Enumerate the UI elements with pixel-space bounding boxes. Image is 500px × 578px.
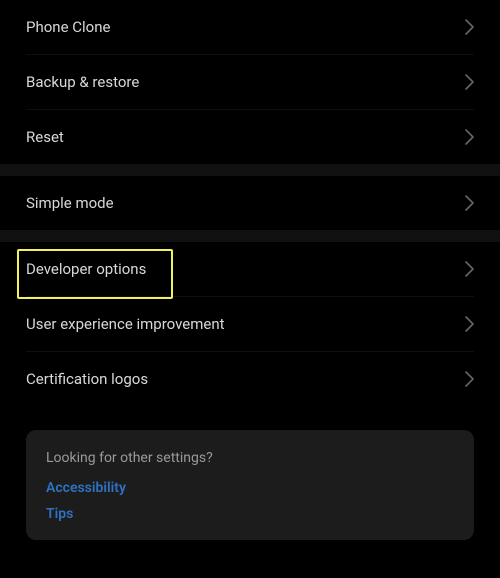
settings-group-2: Simple mode (0, 176, 500, 230)
chevron-right-icon (465, 74, 474, 90)
settings-group-1: Phone Clone Backup & restore Reset (0, 0, 500, 164)
phone-clone-row[interactable]: Phone Clone (0, 0, 500, 54)
chevron-right-icon (465, 316, 474, 332)
section-gap (0, 230, 500, 242)
settings-group-3: Developer options User experience improv… (0, 242, 500, 406)
developer-options-row[interactable]: Developer options (0, 242, 500, 296)
chevron-right-icon (465, 19, 474, 35)
developer-options-label: Developer options (26, 260, 146, 278)
reset-row[interactable]: Reset (0, 110, 500, 164)
user-experience-row[interactable]: User experience improvement (0, 297, 500, 351)
chevron-right-icon (465, 195, 474, 211)
backup-restore-label: Backup & restore (26, 73, 139, 91)
certification-logos-label: Certification logos (26, 370, 148, 388)
user-experience-label: User experience improvement (26, 315, 225, 333)
section-gap (0, 164, 500, 176)
other-settings-card: Looking for other settings? Accessibilit… (26, 430, 474, 540)
backup-restore-row[interactable]: Backup & restore (0, 55, 500, 109)
chevron-right-icon (465, 129, 474, 145)
settings-screen: Phone Clone Backup & restore Reset Simpl… (0, 0, 500, 578)
tips-link[interactable]: Tips (46, 506, 454, 522)
phone-clone-label: Phone Clone (26, 18, 110, 36)
simple-mode-row[interactable]: Simple mode (0, 176, 500, 230)
other-settings-title: Looking for other settings? (46, 450, 454, 466)
simple-mode-label: Simple mode (26, 194, 114, 212)
accessibility-link[interactable]: Accessibility (46, 480, 454, 496)
reset-label: Reset (26, 128, 64, 146)
chevron-right-icon (465, 261, 474, 277)
certification-logos-row[interactable]: Certification logos (0, 352, 500, 406)
chevron-right-icon (465, 371, 474, 387)
